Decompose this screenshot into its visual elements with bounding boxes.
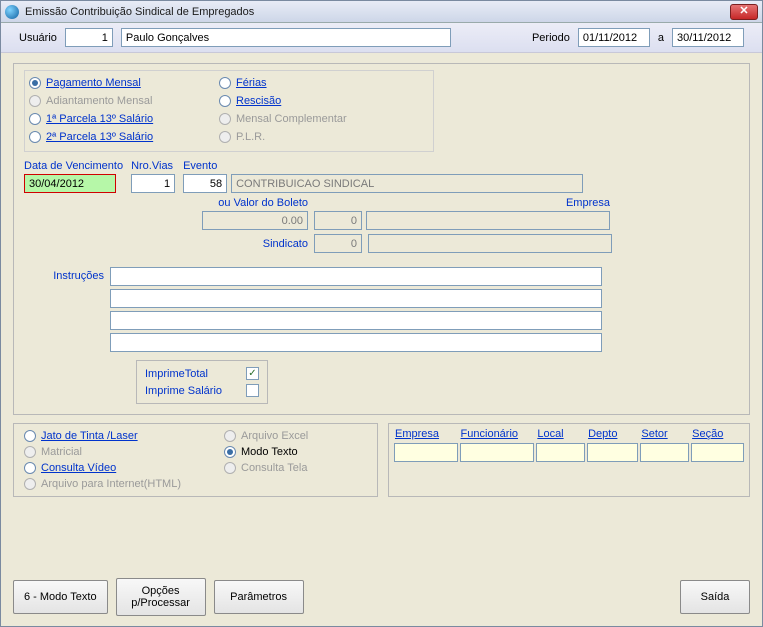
sindicato-cod-input [314,234,362,253]
btn-opcoes-processar[interactable]: Opções p/Processar [116,578,206,616]
radio-arquivo-excel: Arquivo Excel [224,430,384,442]
instrucao-2-input[interactable] [110,289,602,308]
filter-secao-input[interactable] [691,443,744,462]
th-empresa: Empresa [393,428,459,442]
main-panel: Pagamento Mensal Férias Adiantamento Men… [13,63,750,415]
sindicato-label: Sindicato [202,238,308,250]
instrucao-3-input[interactable] [110,311,602,330]
valor-boleto-label: ou Valor do Boleto [202,197,308,209]
imprime-salario-label: Imprime Salário [145,385,222,397]
row-boleto-empresa: ou Valor do Boleto Empresa [202,197,739,230]
radio-modo-texto[interactable]: Modo Texto [224,446,384,458]
usuario-nome-input[interactable] [121,28,451,47]
th-local: Local [535,428,586,442]
row-evento: Data de Vencimento Nro.Vias Evento [24,160,739,193]
empresa-cod-input [314,211,362,230]
usuario-id-input[interactable] [65,28,113,47]
empresa-label: Empresa [314,197,610,209]
print-options: ImprimeTotal Imprime Salário [136,360,268,404]
chk-imprime-salario[interactable]: Imprime Salário [145,384,259,397]
radio-pagamento-mensal[interactable]: Pagamento Mensal [29,77,219,89]
btn-saida[interactable]: Saída [680,580,750,614]
radio-1a-parcela-13[interactable]: 1ª Parcela 13º Salário [29,113,219,125]
th-funcionario: Funcionário [459,428,536,442]
nro-vias-input[interactable] [131,174,175,193]
filter-empresa-input[interactable] [394,443,458,462]
close-button[interactable]: ✕ [730,4,758,20]
tipo-pagamento-group: Pagamento Mensal Férias Adiantamento Men… [24,70,434,152]
periodo-label: Periodo [532,32,570,44]
periodo-a-label: a [658,32,664,44]
content: Pagamento Mensal Férias Adiantamento Men… [1,53,762,574]
th-depto: Depto [586,428,639,442]
field-evento: Evento [183,160,583,193]
periodo-de-input[interactable] [578,28,650,47]
titlebar: Emissão Contribuição Sindical de Emprega… [1,1,762,23]
filters-panel: Empresa Funcionário Local Depto Setor Se… [388,423,750,497]
field-data-vencimento: Data de Vencimento [24,160,123,193]
evento-label: Evento [183,160,583,172]
lower-row: Jato de Tinta /Laser Arquivo Excel Matri… [13,423,750,497]
window: Emissão Contribuição Sindical de Emprega… [0,0,763,627]
filter-local-input[interactable] [536,443,585,462]
field-valor-boleto: ou Valor do Boleto [202,197,308,230]
app-icon [5,5,19,19]
row-sindicato: Sindicato [202,234,739,253]
radio-rescisao[interactable]: Rescisão [219,95,419,107]
data-vencimento-label: Data de Vencimento [24,160,123,172]
filter-funcionario-input[interactable] [460,443,535,462]
instrucoes-block: Instruções [24,267,739,352]
valor-boleto-input [202,211,308,230]
btn-modo-texto[interactable]: 6 - Modo Texto [13,580,108,614]
filter-depto-input[interactable] [587,443,638,462]
imprime-total-label: ImprimeTotal [145,368,208,380]
sindicato-desc-input [368,234,612,253]
radio-consulta-tela: Consulta Tela [224,462,384,474]
radio-consulta-video[interactable]: Consulta Vídeo [24,462,224,474]
field-empresa: Empresa [314,197,610,230]
instrucoes-label: Instruções [24,267,104,282]
user-bar: Usuário Periodo a [1,23,762,53]
radio-ferias[interactable]: Férias [219,77,419,89]
filter-setor-input[interactable] [640,443,689,462]
button-bar: 6 - Modo Texto Opções p/Processar Parâme… [1,574,762,626]
nro-vias-label: Nro.Vias [131,160,175,172]
usuario-label: Usuário [19,32,57,44]
periodo-ate-input[interactable] [672,28,744,47]
field-nro-vias: Nro.Vias [131,160,175,193]
output-mode-panel: Jato de Tinta /Laser Arquivo Excel Matri… [13,423,378,497]
data-vencimento-input[interactable] [24,174,116,193]
evento-desc-input [231,174,583,193]
radio-matricial: Matricial [24,446,224,458]
th-setor: Setor [639,428,690,442]
empresa-desc-input [366,211,610,230]
chk-imprime-total[interactable]: ImprimeTotal [145,367,259,380]
radio-adiantamento-mensal: Adiantamento Mensal [29,95,219,107]
radio-plr: P.L.R. [219,131,419,143]
instrucao-4-input[interactable] [110,333,602,352]
radio-2a-parcela-13[interactable]: 2ª Parcela 13º Salário [29,131,219,143]
radio-mensal-complementar: Mensal Complementar [219,113,419,125]
radio-arquivo-html: Arquivo para Internet(HTML) [24,478,384,490]
btn-parametros[interactable]: Parâmetros [214,580,304,614]
evento-cod-input[interactable] [183,174,227,193]
instrucao-1-input[interactable] [110,267,602,286]
radio-jato-tinta[interactable]: Jato de Tinta /Laser [24,430,224,442]
window-title: Emissão Contribuição Sindical de Emprega… [25,6,730,18]
th-secao: Seção [690,428,745,442]
